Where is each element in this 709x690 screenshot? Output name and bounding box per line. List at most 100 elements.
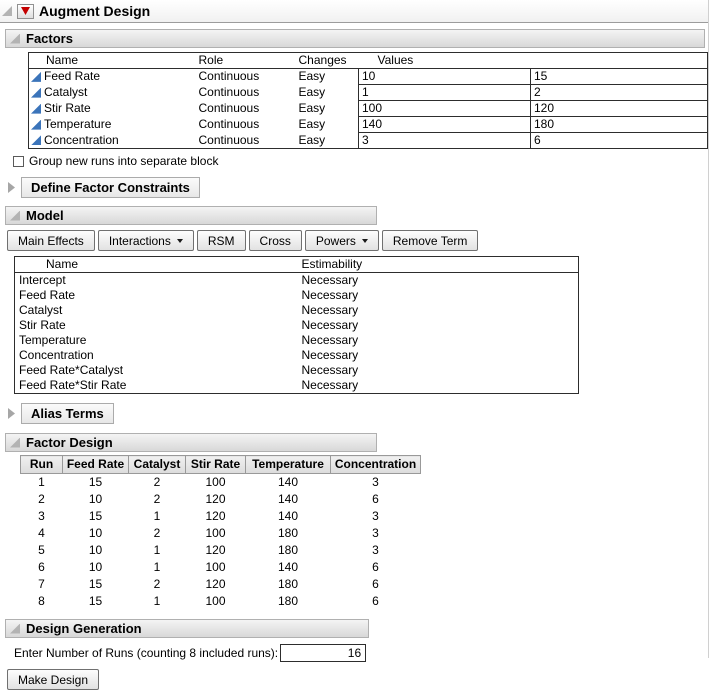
alias-terms-section: Alias Terms [8, 403, 708, 424]
term-name-cell[interactable]: Concentration [15, 348, 285, 363]
design-col-concentration: Concentration [331, 456, 421, 474]
factor-low-value-cell[interactable]: 1 [359, 85, 531, 101]
term-name-cell[interactable]: Catalyst [15, 303, 285, 318]
group-new-runs-checkbox[interactable] [13, 156, 24, 167]
continuous-factor-icon [31, 104, 41, 114]
number-of-runs-row: Enter Number of Runs (counting 8 include… [14, 644, 708, 662]
powers-button[interactable]: Powers [305, 230, 379, 251]
term-estimability-cell[interactable]: Necessary [285, 288, 579, 303]
factor-name-cell[interactable]: Catalyst [29, 85, 197, 101]
term-name-cell[interactable]: Feed Rate*Stir Rate [15, 378, 285, 394]
number-of-runs-input[interactable] [280, 644, 366, 662]
factor-changes-cell[interactable]: Easy [297, 85, 359, 101]
factor-changes-cell[interactable]: Easy [297, 133, 359, 149]
augment-design-header: Augment Design [0, 0, 708, 23]
design-value-cell: 1 [129, 559, 186, 576]
factors-section-header[interactable]: Factors [5, 29, 705, 48]
disclosure-open-icon[interactable] [10, 624, 20, 634]
factor-role-cell[interactable]: Continuous [197, 133, 297, 149]
term-estimability-cell[interactable]: Necessary [285, 378, 579, 394]
term-estimability-cell[interactable]: Necessary [285, 318, 579, 333]
design-value-cell: 3 [21, 508, 63, 525]
design-value-cell: 10 [63, 525, 129, 542]
factor-name-cell[interactable]: Feed Rate [29, 69, 197, 85]
design-value-cell: 1 [21, 474, 63, 492]
factor-low-value-cell[interactable]: 3 [359, 133, 531, 149]
factor-low-value-cell[interactable]: 100 [359, 101, 531, 117]
main-effects-button[interactable]: Main Effects [7, 230, 95, 251]
model-term-row: Stir RateNecessary [15, 318, 579, 333]
factor-name-label: Concentration [44, 133, 119, 148]
factor-name-cell[interactable]: Temperature [29, 117, 197, 133]
factor-high-value-cell[interactable]: 15 [531, 69, 708, 85]
term-estimability-cell[interactable]: Necessary [285, 303, 579, 318]
continuous-factor-icon [31, 88, 41, 98]
remove-term-button[interactable]: Remove Term [382, 230, 478, 251]
factor-changes-cell[interactable]: Easy [297, 69, 359, 85]
model-section-header[interactable]: Model [5, 206, 377, 225]
factors-header-row: Name Role Changes Values [29, 53, 708, 69]
model-term-row: Feed Rate*CatalystNecessary [15, 363, 579, 378]
disclosure-open-icon[interactable] [10, 211, 20, 221]
design-value-cell: 100 [186, 474, 246, 492]
red-triangle-menu-button[interactable] [17, 4, 34, 19]
disclosure-open-icon[interactable] [10, 438, 20, 448]
factor-high-value-cell[interactable]: 2 [531, 85, 708, 101]
term-name-cell[interactable]: Intercept [15, 273, 285, 289]
factor-changes-cell[interactable]: Easy [297, 101, 359, 117]
factor-role-cell[interactable]: Continuous [197, 101, 297, 117]
factor-changes-cell[interactable]: Easy [297, 117, 359, 133]
factor-role-cell[interactable]: Continuous [197, 69, 297, 85]
design-value-cell: 6 [331, 559, 421, 576]
interactions-button[interactable]: Interactions [98, 230, 194, 251]
design-value-cell: 8 [21, 593, 63, 610]
model-col-estimability: Estimability [285, 257, 579, 273]
red-triangle-icon [21, 7, 30, 15]
design-run-row: 71521201806 [21, 576, 421, 593]
factor-name-cell[interactable]: Concentration [29, 133, 197, 149]
alias-terms-header[interactable]: Alias Terms [21, 403, 114, 424]
factor-role-cell[interactable]: Continuous [197, 85, 297, 101]
term-name-cell[interactable]: Stir Rate [15, 318, 285, 333]
factor-high-value-cell[interactable]: 120 [531, 101, 708, 117]
define-factor-constraints-section: Define Factor Constraints [8, 177, 708, 198]
factor-design-section-header[interactable]: Factor Design [5, 433, 377, 452]
define-factor-constraints-header[interactable]: Define Factor Constraints [21, 177, 200, 198]
factor-name-content: Temperature [31, 117, 111, 132]
factor-low-value-cell[interactable]: 140 [359, 117, 531, 133]
make-design-button[interactable]: Make Design [7, 669, 99, 690]
factor-low-value-cell[interactable]: 10 [359, 69, 531, 85]
disclosure-open-icon[interactable] [10, 34, 20, 44]
cross-button[interactable]: Cross [249, 230, 302, 251]
term-name-cell[interactable]: Feed Rate*Catalyst [15, 363, 285, 378]
design-value-cell: 6 [331, 593, 421, 610]
term-estimability-cell[interactable]: Necessary [285, 273, 579, 289]
design-value-cell: 6 [331, 491, 421, 508]
factor-row: Temperature ContinuousEasy140180 [29, 117, 708, 133]
factor-high-value-cell[interactable]: 180 [531, 117, 708, 133]
design-value-cell: 120 [186, 576, 246, 593]
design-value-cell: 140 [246, 491, 331, 508]
button-label: Cross [260, 234, 291, 248]
factor-name-cell[interactable]: Stir Rate [29, 101, 197, 117]
factor-high-value-cell[interactable]: 6 [531, 133, 708, 149]
disclosure-closed-icon[interactable] [8, 182, 15, 193]
model-term-row: TemperatureNecessary [15, 333, 579, 348]
factors-col-name: Name [29, 53, 197, 69]
factors-title: Factors [26, 31, 73, 46]
rsm-button[interactable]: RSM [197, 230, 246, 251]
design-value-cell: 4 [21, 525, 63, 542]
design-generation-section-header[interactable]: Design Generation [5, 619, 369, 638]
design-value-cell: 3 [331, 542, 421, 559]
term-estimability-cell[interactable]: Necessary [285, 333, 579, 348]
disclosure-open-icon[interactable] [2, 6, 12, 16]
design-header-row: Run Feed Rate Catalyst Stir Rate Tempera… [21, 456, 421, 474]
factor-role-cell[interactable]: Continuous [197, 117, 297, 133]
term-estimability-cell[interactable]: Necessary [285, 363, 579, 378]
design-run-row: 11521001403 [21, 474, 421, 492]
menu-arrow-icon [362, 239, 368, 243]
disclosure-closed-icon[interactable] [8, 408, 15, 419]
term-name-cell[interactable]: Feed Rate [15, 288, 285, 303]
term-name-cell[interactable]: Temperature [15, 333, 285, 348]
term-estimability-cell[interactable]: Necessary [285, 348, 579, 363]
